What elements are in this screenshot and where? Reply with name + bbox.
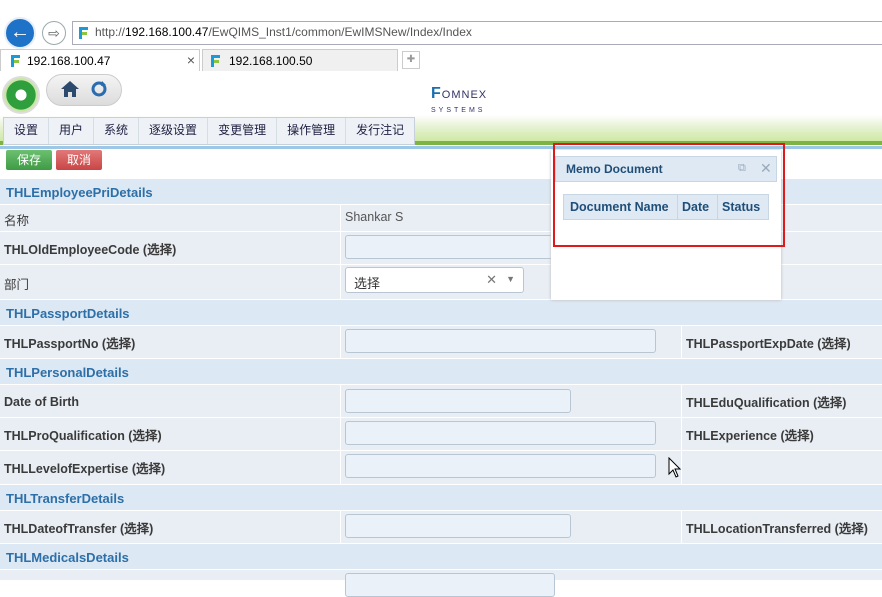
- tab-inactive[interactable]: 192.168.100.50: [202, 49, 398, 71]
- divider: [340, 510, 341, 543]
- divider: [681, 325, 682, 358]
- section-title: THLTransferDetails: [6, 491, 125, 506]
- expertise-label: THLLevelofExpertise (选择): [4, 462, 166, 476]
- home-toolbar: [46, 74, 122, 106]
- menu-users[interactable]: 用户: [49, 118, 95, 144]
- department-select-value: 选择: [354, 276, 381, 291]
- divider: [340, 231, 341, 264]
- pro-qualification-label: THLProQualification (选择): [4, 429, 162, 443]
- dob-label: Date of Birth: [4, 395, 79, 409]
- chevron-down-icon[interactable]: ▼: [506, 274, 515, 284]
- tab-label: 192.168.100.50: [229, 54, 313, 68]
- menu-settings[interactable]: 设置: [4, 118, 50, 144]
- tab-active[interactable]: 192.168.100.47 ×: [0, 49, 200, 71]
- experience-label: THLExperience (选择): [686, 429, 814, 443]
- section-title: THLMedicalsDetails: [6, 550, 129, 565]
- divider: [681, 510, 682, 543]
- divider: [340, 204, 341, 231]
- refresh-icon[interactable]: [90, 80, 108, 101]
- name-label: 名称: [4, 214, 30, 228]
- department-select[interactable]: 选择 ✕ ▼: [345, 267, 524, 293]
- section-medicals: THLMedicalsDetails: [0, 543, 882, 569]
- divider: [340, 325, 341, 358]
- transfer-date-input[interactable]: [345, 514, 571, 538]
- passport-no-input[interactable]: [345, 329, 656, 353]
- forward-button[interactable]: ⇨: [42, 21, 66, 45]
- menu-operations[interactable]: 操作管理: [277, 118, 347, 144]
- department-label: 部门: [4, 278, 30, 292]
- transfer-date-label: THLDateofTransfer (选择): [4, 522, 154, 536]
- divider: [681, 384, 682, 417]
- menu-system[interactable]: 系统: [94, 118, 140, 144]
- divider: [340, 450, 341, 484]
- home-icon[interactable]: [59, 79, 81, 102]
- divider: [340, 417, 341, 450]
- expertise-input[interactable]: [345, 454, 656, 478]
- mouse-cursor-icon: [668, 456, 682, 482]
- section-title: THLEmployeePriDetails: [6, 185, 153, 200]
- section-title: THLPersonalDetails: [6, 365, 129, 380]
- clear-icon[interactable]: ✕: [486, 272, 497, 288]
- divider: [340, 384, 341, 417]
- tab-favicon-icon: [9, 54, 23, 68]
- main-menu: 设置 用户 系统 逐级设置 变更管理 操作管理 发行注记: [0, 115, 882, 145]
- pro-qualification-input[interactable]: [345, 421, 656, 445]
- passport-no-label: THLPassportNo (选择): [4, 337, 136, 351]
- section-transfer: THLTransferDetails: [0, 484, 882, 510]
- app-menu-icon[interactable]: [2, 76, 40, 114]
- tab-favicon-icon: [209, 54, 223, 68]
- new-tab-icon[interactable]: ✚: [402, 51, 420, 69]
- save-button[interactable]: 保存: [6, 150, 52, 170]
- section-personal: THLPersonalDetails: [0, 358, 882, 384]
- url-text: http://192.168.100.47/EwQIMS_Inst1/commo…: [95, 25, 472, 39]
- old-code-input[interactable]: [345, 235, 555, 259]
- section-passport: THLPassportDetails: [0, 299, 882, 325]
- location-transferred-label: THLLocationTransferred (选择): [686, 522, 868, 536]
- medicals-input[interactable]: [345, 573, 555, 597]
- divider: [340, 264, 341, 299]
- menu-escalation[interactable]: 逐级设置: [139, 118, 209, 144]
- tab-close-icon[interactable]: ×: [187, 52, 195, 68]
- dob-input[interactable]: [345, 389, 571, 413]
- divider: [681, 417, 682, 450]
- edu-qualification-label: THLEduQualification (选择): [686, 396, 847, 410]
- cancel-button[interactable]: 取消: [56, 150, 102, 170]
- name-value: Shankar S: [345, 210, 404, 224]
- highlight-box: [553, 143, 785, 247]
- section-title: THLPassportDetails: [6, 306, 130, 321]
- tab-label: 192.168.100.47: [27, 54, 111, 68]
- menu-change-management[interactable]: 变更管理: [208, 118, 278, 144]
- menu-release-notes[interactable]: 发行注记: [346, 118, 414, 144]
- passport-exp-label: THLPassportExpDate (选择): [686, 337, 851, 351]
- old-code-label: THLOldEmployeeCode (选择): [4, 243, 177, 257]
- site-favicon-icon: [77, 26, 91, 40]
- back-button[interactable]: ←: [4, 17, 36, 49]
- company-logo: FOMNEX SYSTEMS: [431, 85, 488, 114]
